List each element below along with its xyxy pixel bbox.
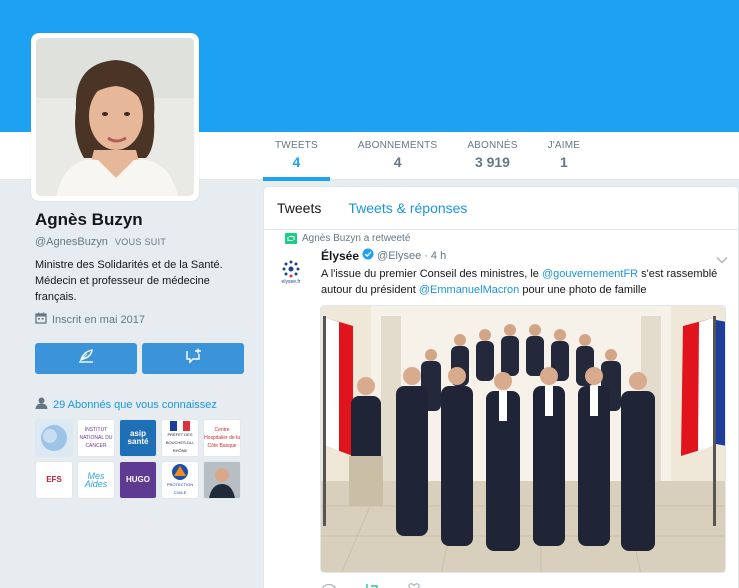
tweet-author-avatar-text: elysee.fr [281,278,301,285]
retweet-context: Agnès Buzyn a retweeté [285,233,410,244]
followers-you-know-text: 29 Abonnés que vous connaissez [53,398,217,411]
timeline: Tweets Tweets & réponses Agnès Buzyn a r… [263,186,739,588]
follower-thumb[interactable]: PROTECTION CIVILE [161,461,199,499]
stat-value: 1 [560,154,568,170]
calendar-icon [35,312,47,327]
message-plus-icon [184,348,202,369]
profile-card: Agnès Buzyn @AgnesBuzyn VOUS SUIT Minist… [35,210,245,327]
mention-link[interactable]: @EmmanuelMacron [419,284,519,296]
tweet-photo[interactable] [320,305,726,573]
tab-tweets-replies[interactable]: Tweets & réponses [348,200,467,216]
stat-label: ABONNÉS [467,140,518,151]
follower-thumb[interactable]: EFS [35,461,73,499]
stat-followers[interactable]: ABONNÉS 3 919 [455,132,529,180]
stat-label: TWEETS [275,140,318,151]
follower-thumb[interactable] [35,419,73,457]
join-date: Inscrit en mai 2017 [35,312,245,327]
stat-label: ABONNEMENTS [357,140,438,151]
like-heart-icon[interactable] [408,583,420,588]
profile-name[interactable]: Agnès Buzyn [35,210,245,230]
mention-link[interactable]: @gouvernementFR [542,268,638,280]
follower-thumb[interactable]: asip santé [119,419,157,457]
retweet-context-text[interactable]: Agnès Buzyn a retweeté [302,233,410,244]
follower-thumb[interactable]: HUGO [119,461,157,499]
tweet-text-part: pour une photo de famille [519,284,647,296]
tweet-actions [322,583,420,588]
follower-thumb[interactable] [203,461,241,499]
tweet-timestamp[interactable]: 4 h [431,250,446,262]
tweet-text-part: A l'issue du premier Conseil des ministr… [321,268,542,280]
direct-message-button[interactable] [142,343,244,374]
follower-thumb[interactable]: Centre Hospitalier de la Côte Basque [203,419,241,457]
follower-thumb[interactable]: Mes Aides [77,461,115,499]
tweet-author-name[interactable]: Élysée [321,249,359,263]
timeline-tabs: Tweets Tweets & réponses [264,187,738,230]
verified-badge-icon [362,248,374,263]
tweet-header: Élysée @Elysee · 4 h [321,248,446,263]
stat-likes[interactable]: J'AIME 1 [536,132,593,180]
reply-icon[interactable] [322,583,336,588]
tab-tweets[interactable]: Tweets [277,200,321,216]
retweet-action-icon[interactable] [364,583,380,588]
profile-handle-row: @AgnesBuzyn VOUS SUIT [35,236,245,248]
stat-tweets[interactable]: TWEETS 4 [263,132,330,181]
followers-you-know-link[interactable]: 29 Abonnés que vous connaissez [35,397,217,412]
avatar-photo [36,38,194,196]
quill-icon [77,348,95,369]
profile-actions [35,343,244,374]
follower-thumb[interactable]: INSTITUT NATIONAL DU CANCER [77,419,115,457]
followers-you-know-grid: INSTITUT NATIONAL DU CANCER asip santé P… [35,419,245,499]
tweet-to-button[interactable] [35,343,137,374]
stat-following[interactable]: ABONNEMENTS 4 [346,132,449,180]
profile-stats: TWEETS 4 ABONNEMENTS 4 ABONNÉS 3 919 J'A… [263,132,593,181]
person-icon [35,397,48,412]
follower-thumb[interactable]: PRÉFET DES BOUCHES-DU-RHÔNE [161,419,199,457]
bio-line: Médecin et professeur de médecine [35,275,210,287]
tweet-author-handle[interactable]: @Elysee [377,250,421,262]
stat-value: 4 [292,154,301,170]
stat-value: 4 [393,154,402,170]
tweet-text: A l'issue du premier Conseil des ministr… [321,266,731,298]
bio-line: Ministre des Solidarités et de la Santé. [35,259,223,271]
retweet-icon [285,233,297,247]
profile-handle[interactable]: @AgnesBuzyn [35,236,108,248]
tweet-dot-separator: · [424,249,428,262]
profile-bio: Ministre des Solidarités et de la Santé.… [35,257,245,305]
profile-avatar[interactable] [31,33,199,201]
stat-label: J'AIME [547,140,581,151]
join-date-text: Inscrit en mai 2017 [52,313,145,326]
bio-line: français. [35,291,77,303]
follows-you-badge: VOUS SUIT [115,237,167,247]
stat-value: 3 919 [474,154,510,170]
tweet-author-avatar[interactable]: elysee.fr [273,251,309,291]
